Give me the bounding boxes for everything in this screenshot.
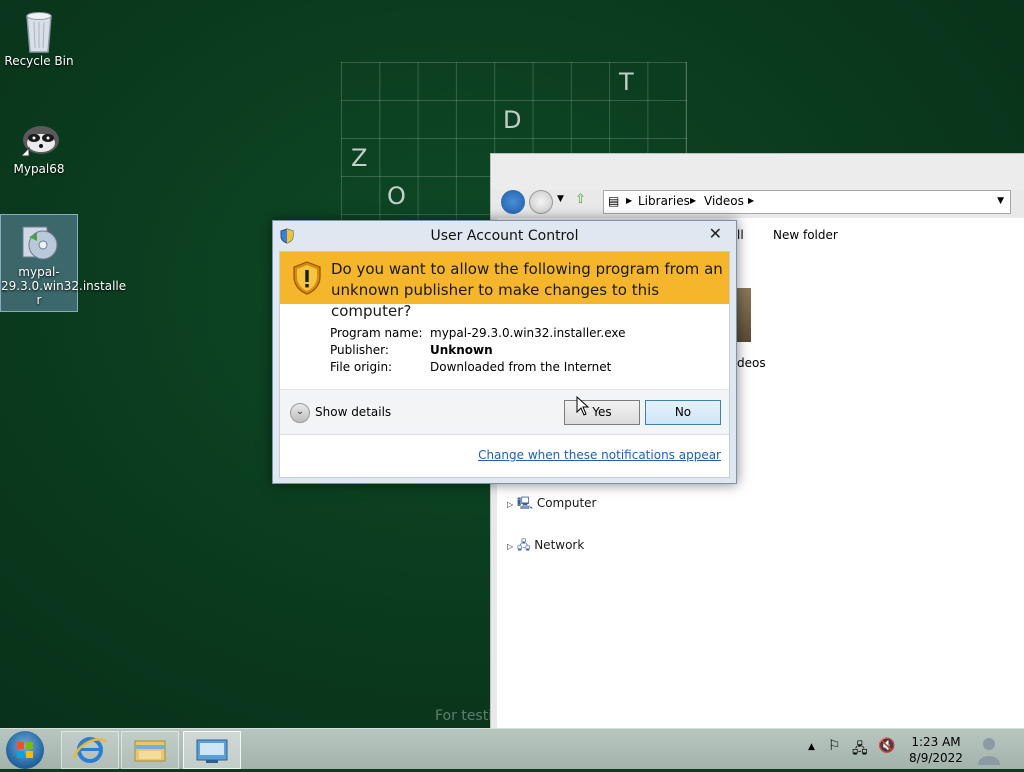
clock-date: 8/9/2022 [909, 751, 963, 765]
program-info: Program name: mypal-29.3.0.win32.installe… [330, 325, 625, 376]
action-center-flag-icon[interactable]: ⚐ [828, 738, 841, 754]
publisher-row: Publisher: Unknown [330, 342, 625, 359]
file-origin-label: File origin: [330, 360, 393, 374]
forward-arrow-icon[interactable] [529, 190, 553, 214]
show-hidden-icons-icon[interactable]: ▲ [808, 742, 815, 752]
change-notifications-link[interactable]: Change when these notifications appear [478, 448, 721, 462]
show-details-label: Show details [315, 405, 392, 419]
divider [280, 434, 729, 435]
no-button[interactable]: No [645, 400, 721, 425]
desktop-icon-recycle-bin[interactable]: Recycle Bin [1, 4, 77, 68]
desktop-icon-label: Recycle Bin [4, 54, 74, 68]
network-icon[interactable]: 🖧 [852, 738, 868, 762]
taskbar: ▲ ⚐ 🖧 🔇 1:23 AM 8/9/2022 [0, 728, 1024, 769]
program-name-value: mypal-29.3.0.win32.installer.exe [430, 326, 626, 340]
recycle-bin-icon [17, 8, 61, 53]
uac-content: Do you want to allow the following progr… [279, 251, 730, 478]
file-origin-value: Downloaded from the Internet [430, 360, 612, 374]
desktop-icon-installer[interactable]: mypal-29.3.0.win32.installe r [0, 214, 127, 312]
clock-time: 1:23 AM [911, 735, 961, 749]
toolbar-partial-button[interactable]: ll [737, 228, 744, 242]
uac-warning-banner: Do you want to allow the following progr… [280, 252, 729, 320]
explorer-nav-bar: ▼ ⇧ ▤ ▶ Libraries ▶ Videos ▶ ▼ [497, 188, 1024, 216]
desktop-icon-label: Mypal68 [13, 162, 65, 176]
uac-dialog: User Account Control ✕ Do you want to al… [272, 220, 737, 484]
program-name-label: Program name: [330, 326, 423, 340]
new-folder-button[interactable]: New folder [773, 228, 838, 242]
grid-letter: T [619, 68, 634, 96]
grid-letter: D [503, 106, 522, 134]
breadcrumb-separator-icon: ▶ [748, 196, 755, 205]
system-clock[interactable]: 1:23 AM 8/9/2022 [904, 734, 968, 766]
taskbar-internet-explorer[interactable] [61, 731, 119, 769]
explorer-title-bar[interactable] [491, 154, 1024, 190]
installer-icon [17, 219, 61, 263]
back-arrow-icon[interactable] [501, 190, 525, 214]
warning-shield-icon [293, 261, 321, 295]
tree-item-computer[interactable]: ▷ 🖳 Computer [507, 494, 596, 515]
address-dropdown-icon[interactable]: ▼ [997, 196, 1004, 206]
uac-title-bar: User Account Control ✕ [273, 221, 736, 251]
file-origin-row: File origin: Downloaded from the Internet [330, 359, 625, 376]
tree-item-label: Network [534, 538, 585, 552]
mypal-icon [17, 116, 61, 160]
tree-expand-icon[interactable]: ▷ [507, 542, 513, 551]
recent-pages-chevron-icon[interactable]: ▼ [557, 194, 564, 204]
desktop-icon-mypal68[interactable]: Mypal68 [1, 112, 77, 176]
videos-library-item[interactable]: deos [737, 356, 766, 370]
breadcrumb-separator-icon: ▶ [690, 196, 697, 205]
network-icon: 🖧 [516, 538, 531, 552]
tree-expand-icon[interactable]: ▷ [507, 500, 513, 509]
up-arrow-icon[interactable]: ⇧ [575, 192, 586, 207]
breadcrumb-videos[interactable]: Videos [704, 194, 744, 208]
taskbar-file-explorer[interactable] [121, 731, 179, 769]
desktop-icon-label: mypal-29.3.0.win32.installe r [1, 265, 127, 307]
close-icon[interactable]: ✕ [709, 224, 722, 243]
control-panel-icon [196, 739, 228, 763]
libraries-icon: ▤ [608, 194, 620, 208]
publisher-label: Publisher: [330, 343, 389, 357]
breadcrumb-libraries[interactable]: Libraries [638, 194, 690, 208]
uac-title: User Account Control [430, 228, 579, 244]
taskbar-control-panel[interactable] [183, 731, 241, 769]
publisher-value: Unknown [430, 343, 493, 357]
uac-question: Do you want to allow the following progr… [331, 260, 723, 320]
address-bar[interactable]: ▤ ▶ Libraries ▶ Videos ▶ ▼ [603, 190, 1011, 214]
mouse-cursor-icon [576, 396, 590, 416]
computer-icon: 🖳 [516, 496, 533, 510]
grid-letter: O [387, 182, 406, 210]
user-avatar-icon[interactable] [976, 735, 1002, 765]
grid-letter: Z [351, 144, 368, 172]
internet-explorer-icon [72, 737, 108, 763]
file-explorer-icon [134, 740, 166, 762]
chevron-down-icon[interactable]: ⌄ [290, 403, 310, 423]
breadcrumb-separator-icon: ▶ [626, 196, 633, 205]
program-name-row: Program name: mypal-29.3.0.win32.installe… [330, 325, 625, 342]
show-details-toggle[interactable]: ⌄ Show details [290, 403, 392, 423]
start-orb-icon[interactable] [6, 731, 44, 769]
uac-button-bar: ⌄ Show details Yes No [280, 390, 729, 434]
tree-item-label: Computer [536, 496, 597, 510]
volume-muted-icon[interactable]: 🔇 [878, 738, 895, 754]
desktop-watermark: For testi [435, 708, 493, 724]
tree-item-network[interactable]: ▷ 🖧 Network [507, 536, 584, 557]
